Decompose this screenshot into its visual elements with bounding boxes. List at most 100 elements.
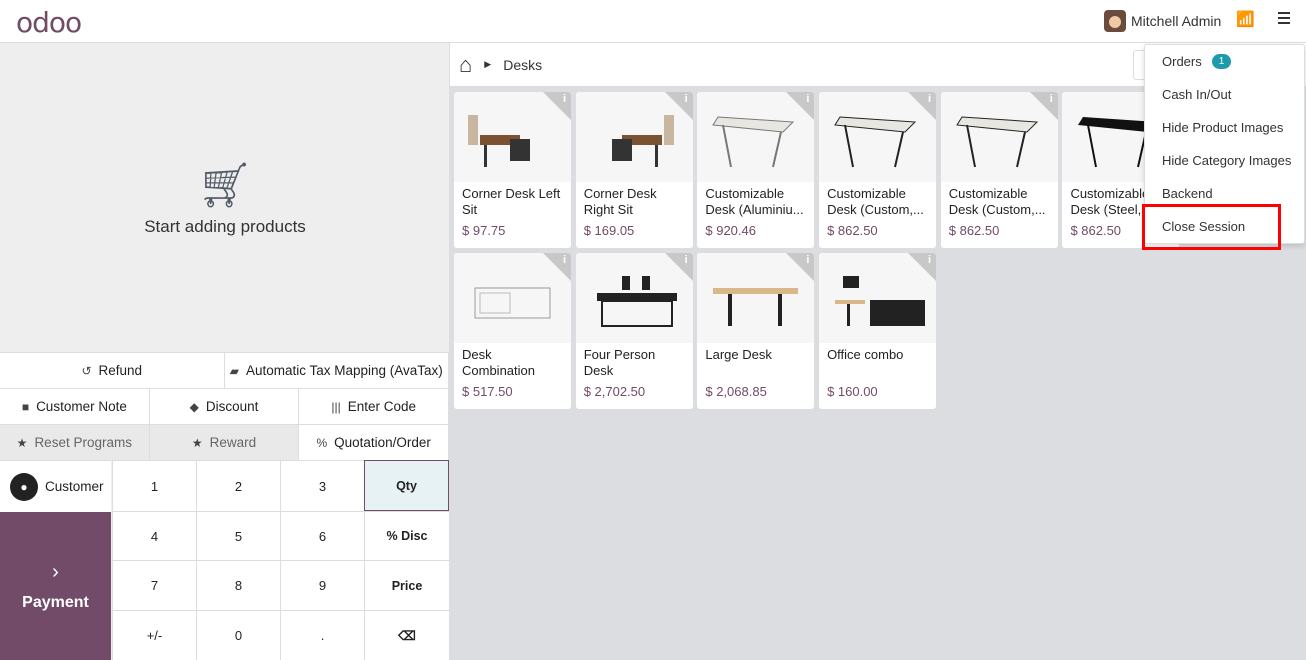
tag-icon: ◆ [189, 399, 199, 414]
person-icon: ● [10, 472, 38, 501]
refund-label: Refund [98, 363, 143, 378]
info-corner[interactable] [664, 92, 693, 120]
numpad-key[interactable]: . [280, 610, 364, 660]
product-card[interactable]: i Customizable Desk (Custom,... $ 862.50 [819, 92, 937, 248]
payment-button[interactable]: › Payment [0, 512, 111, 660]
product-name: Customizable Desk (Custom,... [948, 186, 1046, 217]
product-name: Customizable Desk (Custom,... [827, 186, 924, 217]
reset-programs-button[interactable]: ★ Reset Programs [0, 425, 150, 460]
chevron-right-icon: › [52, 560, 59, 583]
top-bar: odoo Mitchell Admin 📶 [0, 0, 1306, 43]
product-card[interactable]: i Customizable Desk (Custom,... $ 862.50 [940, 92, 1058, 248]
info-corner[interactable] [908, 92, 937, 120]
product-card[interactable]: i Customizable Desk (Aluminiu... $ 920.4… [697, 92, 815, 248]
info-icon[interactable]: i [928, 254, 931, 266]
product-card[interactable]: i Corner Desk Right Sit $ 169.05 [575, 92, 693, 248]
customer-note-label: Customer Note [36, 399, 127, 414]
info-corner[interactable] [664, 253, 693, 281]
product-name: Corner Desk Left Sit [462, 186, 561, 217]
numpad-key[interactable]: 7 [112, 560, 196, 610]
numpad-key[interactable]: 6 [280, 511, 364, 560]
info-icon[interactable]: i [563, 93, 566, 105]
empty-order: 🛒︎ Start adding products [0, 43, 450, 352]
info-icon[interactable]: i [685, 93, 688, 105]
menu-item-orders[interactable]: Orders 1 [1145, 45, 1304, 78]
info-corner[interactable] [786, 253, 815, 281]
undo-icon: ↺ [81, 363, 92, 378]
info-icon[interactable]: i [563, 254, 566, 266]
info-corner[interactable] [786, 92, 815, 120]
product-card[interactable]: i Corner Desk Left Sit $ 97.75 [454, 92, 571, 248]
product-card[interactable]: i Four Person Desk $ 2,702.50 [575, 253, 693, 409]
barcode-icon: ||| [331, 399, 341, 414]
user-menu[interactable]: Mitchell Admin [1104, 10, 1221, 32]
numpad-key[interactable]: 8 [196, 560, 280, 610]
numpad-key[interactable]: 9 [280, 560, 364, 610]
menu-icon[interactable] [1278, 12, 1290, 27]
product-card[interactable]: i Large Desk $ 2,068.85 [697, 253, 815, 409]
product-name: Customizable Desk (Aluminiu... [705, 186, 804, 217]
info-icon[interactable]: i [1050, 93, 1053, 105]
numpad-key[interactable]: 4 [112, 511, 196, 560]
menu-item-label: Hide Category Images [1162, 153, 1292, 168]
note-icon: ■ [21, 399, 30, 414]
breadcrumb-category[interactable]: Desks [503, 57, 542, 73]
menu-item-hide-category-images[interactable]: Hide Category Images [1145, 144, 1304, 177]
info-icon[interactable]: i [806, 93, 809, 105]
user-name: Mitchell Admin [1131, 13, 1222, 29]
menu-item-cash-in-out[interactable]: Cash In/Out [1145, 78, 1304, 111]
numpad-key[interactable]: 5 [196, 511, 280, 560]
odoo-logo[interactable]: odoo [16, 6, 82, 39]
menu-item-hide-product-images[interactable]: Hide Product Images [1145, 111, 1304, 144]
product-name: Four Person Desk [583, 347, 656, 378]
reset-programs-label: Reset Programs [34, 435, 132, 450]
customer-button[interactable]: ● Customer [0, 460, 111, 512]
numpad-key[interactable]: ⌫ [364, 610, 449, 660]
numpad-area: ● Customer › Payment 1 2 3 Qty 4 5 6% Disc 7 8 9 Pri… [0, 460, 449, 660]
numpad-key[interactable]: % Disc [364, 511, 449, 560]
customer-note-button[interactable]: ■ Customer Note [0, 389, 150, 424]
numpad-key[interactable]: 3 [280, 460, 364, 511]
discount-button[interactable]: ◆ Discount [149, 389, 300, 424]
info-icon[interactable]: i [806, 254, 809, 266]
numpad-key[interactable]: +/- [112, 610, 196, 660]
info-icon[interactable]: i [685, 254, 688, 266]
numpad-key[interactable]: Qty [364, 460, 449, 511]
link-icon: % [316, 435, 328, 450]
info-corner[interactable] [543, 92, 571, 120]
product-price: $ 862.50 [827, 223, 878, 238]
product-price: $ 862.50 [948, 223, 1000, 238]
product-price: $ 920.46 [705, 223, 756, 238]
product-price: $ 160.00 [827, 384, 878, 399]
product-price: $ 2,702.50 [583, 384, 646, 399]
product-card[interactable]: i Office combo $ 160.00 [819, 253, 937, 409]
tax-mapping-button[interactable]: ▰ Automatic Tax Mapping (AvaTax) [224, 353, 449, 388]
enter-code-label: Enter Code [347, 399, 416, 414]
customer-label: Customer [45, 479, 104, 494]
product-price: $ 97.75 [462, 223, 506, 238]
product-card[interactable]: i Desk Combination $ 517.50 [454, 253, 571, 409]
menu-item-label: Orders [1162, 54, 1202, 69]
quotation-order-button[interactable]: % Quotation/Order [299, 425, 450, 460]
product-price: $ 517.50 [462, 384, 513, 399]
numpad-key[interactable]: 0 [196, 610, 280, 660]
product-price: $ 2,068.85 [705, 384, 767, 399]
enter-code-button[interactable]: ||| Enter Code [299, 389, 450, 424]
numpad-key[interactable]: 1 [112, 460, 196, 511]
avatar [1104, 10, 1126, 32]
refund-button[interactable]: ↺ Refund [0, 353, 225, 388]
menu-item-label: Hide Product Images [1162, 120, 1284, 135]
info-icon[interactable]: i [928, 93, 931, 105]
numpad-key[interactable]: Price [364, 560, 449, 610]
home-icon[interactable]: ⌂ [459, 52, 472, 78]
tax-mapping-label: Automatic Tax Mapping (AvaTax) [245, 363, 443, 378]
info-corner[interactable] [1029, 92, 1058, 120]
numpad-key[interactable]: 2 [196, 460, 280, 511]
reward-button[interactable]: ★ Reward [149, 425, 300, 460]
info-corner[interactable] [543, 253, 571, 281]
menu-item-label: Cash In/Out [1162, 87, 1232, 102]
info-corner[interactable] [908, 253, 937, 281]
product-name: Desk Combination [462, 347, 535, 378]
product-name: Large Desk [705, 347, 772, 362]
product-grid: i Corner Desk Left Sit $ 97.75 i Corner … [454, 92, 1180, 409]
